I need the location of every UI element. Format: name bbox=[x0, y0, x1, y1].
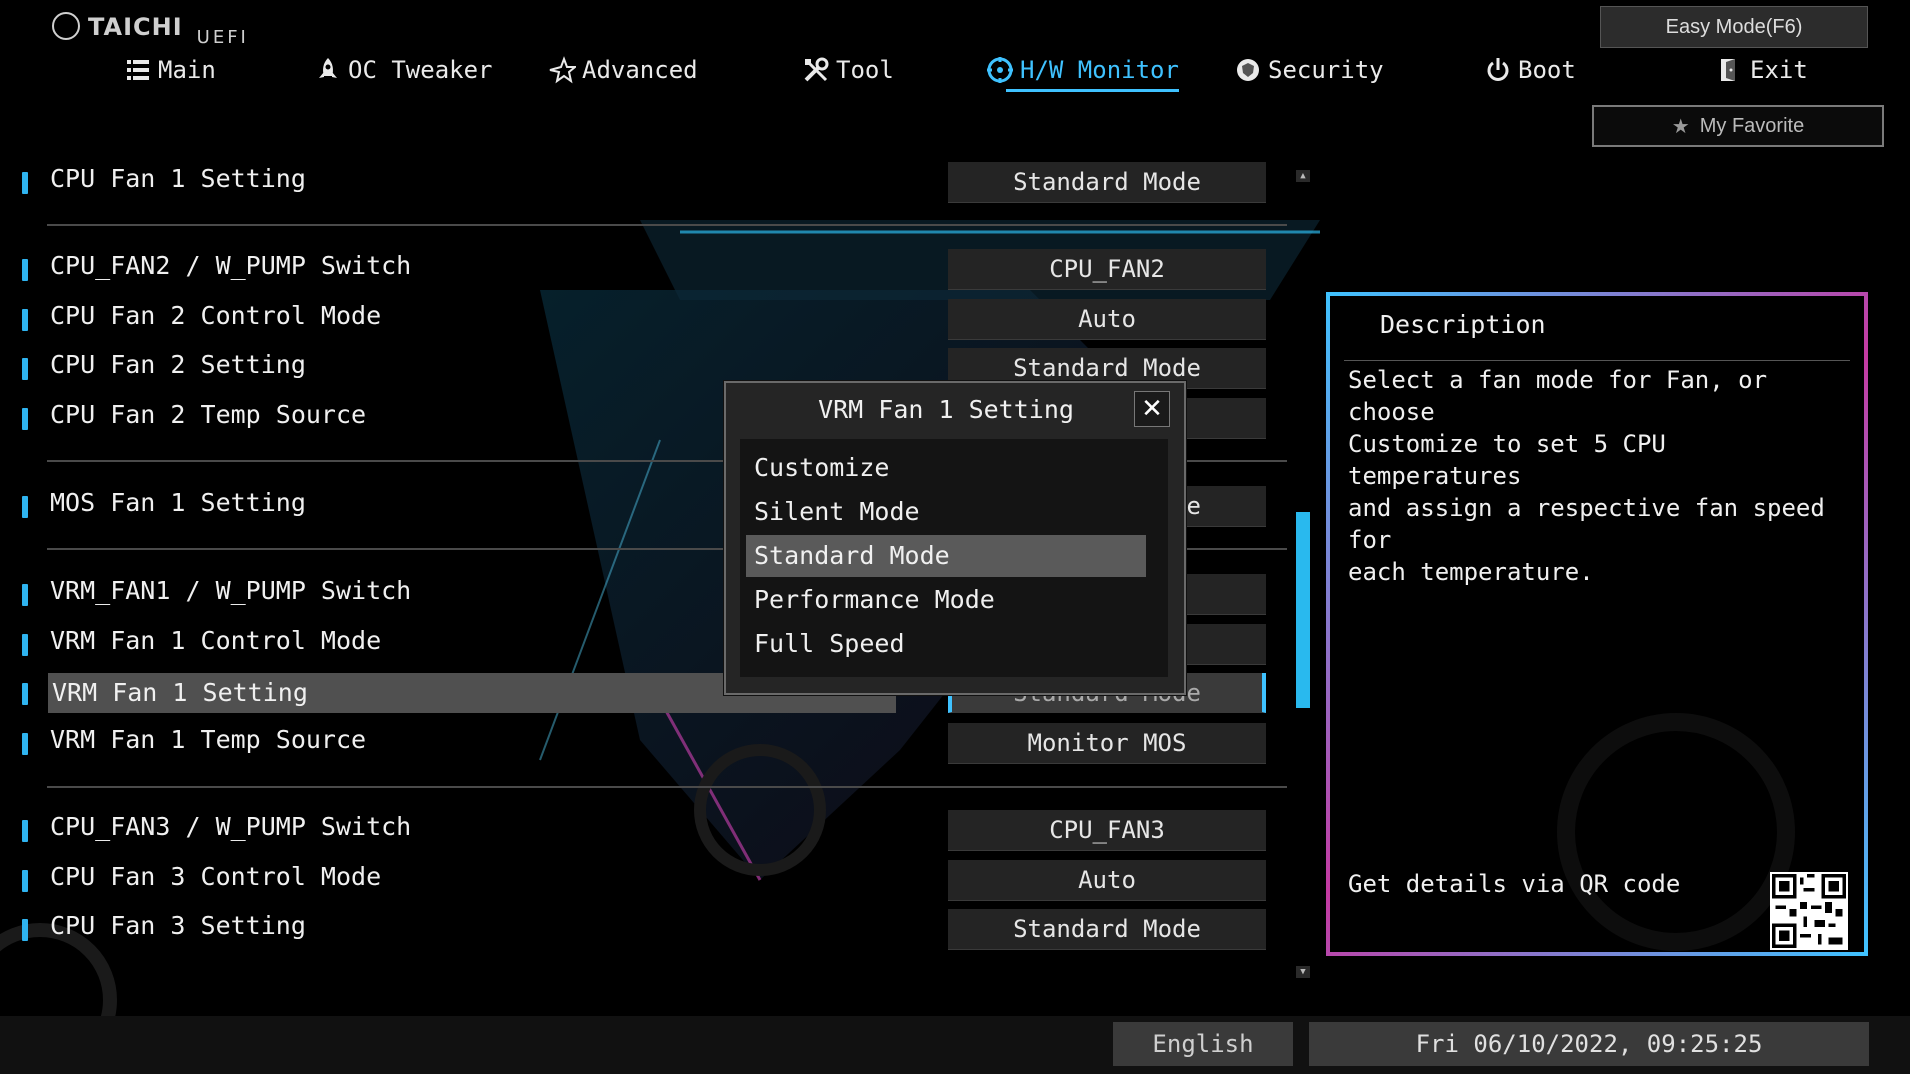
setting-row[interactable]: CPU_FAN3 / W_PUMP Switch CPU_FAN3 bbox=[20, 810, 1292, 851]
list-icon bbox=[127, 60, 149, 80]
row-indicator bbox=[22, 172, 28, 194]
setting-row[interactable]: CPU Fan 3 Setting Standard Mode bbox=[20, 909, 1292, 950]
active-tab-underline bbox=[1006, 89, 1179, 92]
row-indicator bbox=[22, 820, 28, 842]
setting-label: MOS Fan 1 Setting bbox=[50, 488, 306, 517]
tab-exit[interactable]: Exit bbox=[1716, 56, 1808, 84]
qr-code-icon bbox=[1770, 872, 1848, 950]
row-indicator bbox=[22, 496, 28, 518]
settings-scrollbar[interactable]: ▲ ▼ bbox=[1296, 170, 1310, 980]
divider bbox=[47, 786, 1287, 788]
tools-icon bbox=[804, 57, 829, 82]
tab-tool[interactable]: Tool bbox=[802, 56, 894, 84]
description-text: Select a fan mode for Fan, or choose Cus… bbox=[1348, 366, 1825, 586]
my-favorite-button[interactable]: ★ My Favorite bbox=[1592, 105, 1884, 147]
setting-value[interactable]: Auto bbox=[948, 860, 1266, 901]
option-silent-mode[interactable]: Silent Mode bbox=[746, 491, 1146, 533]
option-list: Customize Silent Mode Standard Mode Perf… bbox=[740, 439, 1168, 677]
setting-value[interactable]: Auto bbox=[948, 299, 1266, 340]
star-icon bbox=[549, 56, 576, 84]
row-indicator bbox=[22, 683, 28, 705]
row-indicator bbox=[22, 408, 28, 430]
setting-label: CPU Fan 2 Setting bbox=[50, 350, 306, 379]
setting-label: CPU Fan 2 Temp Source bbox=[50, 400, 367, 429]
description-title: Description bbox=[1380, 310, 1546, 339]
setting-value[interactable]: CPU_FAN3 bbox=[948, 810, 1266, 851]
setting-value[interactable]: Standard Mode bbox=[948, 909, 1266, 950]
setting-value[interactable]: CPU_FAN2 bbox=[948, 249, 1266, 290]
vrm-fan-setting-dialog: VRM Fan 1 Setting ✕ Customize Silent Mod… bbox=[724, 381, 1186, 695]
row-indicator bbox=[22, 309, 28, 331]
setting-row[interactable]: CPU Fan 1 Setting Standard Mode bbox=[20, 162, 1292, 203]
option-customize[interactable]: Customize bbox=[746, 447, 1146, 489]
tab-advanced[interactable]: Advanced bbox=[548, 56, 698, 84]
setting-label: VRM Fan 1 Control Mode bbox=[50, 626, 382, 655]
row-indicator bbox=[22, 870, 28, 892]
status-bar: English Fri 06/10/2022, 09:25:25 bbox=[0, 1016, 1910, 1074]
power-icon bbox=[1487, 58, 1509, 81]
uefi-label: UEFI bbox=[196, 27, 249, 48]
scroll-down-arrow-icon[interactable]: ▼ bbox=[1296, 966, 1310, 978]
taichi-logo: TAICHI UEFI bbox=[52, 12, 249, 48]
scroll-thumb[interactable] bbox=[1296, 512, 1310, 708]
taichi-mark-icon bbox=[52, 12, 80, 40]
qr-label: Get details via QR code bbox=[1348, 870, 1681, 898]
divider bbox=[47, 224, 1287, 226]
star-icon: ★ bbox=[1671, 114, 1690, 138]
setting-row[interactable]: CPU Fan 3 Control Mode Auto bbox=[20, 860, 1292, 901]
tab-security-label: Security bbox=[1268, 56, 1384, 84]
brand-name: TAICHI bbox=[88, 13, 183, 41]
tab-oc-tweaker-label: OC Tweaker bbox=[348, 56, 493, 84]
close-icon[interactable]: ✕ bbox=[1134, 391, 1170, 427]
setting-row[interactable]: VRM Fan 1 Temp Source Monitor MOS bbox=[20, 723, 1292, 764]
option-full-speed[interactable]: Full Speed bbox=[746, 623, 1146, 665]
language-button[interactable]: English bbox=[1113, 1022, 1293, 1066]
setting-label: CPU Fan 3 Control Mode bbox=[50, 862, 382, 891]
tab-boot[interactable]: Boot bbox=[1484, 56, 1576, 84]
tab-tool-label: Tool bbox=[836, 56, 894, 84]
row-indicator bbox=[22, 259, 28, 281]
setting-label: CPU Fan 3 Setting bbox=[50, 911, 306, 940]
setting-row[interactable]: CPU_FAN2 / W_PUMP Switch CPU_FAN2 bbox=[20, 249, 1292, 290]
tab-oc-tweaker[interactable]: OC Tweaker bbox=[314, 56, 493, 84]
tab-main-label: Main bbox=[158, 56, 216, 84]
exit-icon bbox=[1721, 59, 1735, 81]
my-favorite-label: My Favorite bbox=[1699, 114, 1805, 137]
row-indicator bbox=[22, 358, 28, 380]
setting-row[interactable]: CPU Fan 2 Control Mode Auto bbox=[20, 299, 1292, 340]
setting-label: CPU_FAN2 / W_PUMP Switch bbox=[50, 251, 412, 280]
tab-boot-label: Boot bbox=[1518, 56, 1576, 84]
setting-value[interactable]: Standard Mode bbox=[948, 162, 1266, 203]
description-divider bbox=[1344, 360, 1850, 361]
rocket-icon bbox=[319, 58, 337, 78]
setting-label: CPU_FAN3 / W_PUMP Switch bbox=[50, 812, 412, 841]
setting-label: VRM_FAN1 / W_PUMP Switch bbox=[50, 576, 412, 605]
row-indicator bbox=[22, 634, 28, 656]
setting-label: CPU Fan 1 Setting bbox=[50, 164, 306, 193]
tab-advanced-label: Advanced bbox=[582, 56, 698, 84]
setting-label: CPU Fan 2 Control Mode bbox=[50, 301, 382, 330]
shield-icon bbox=[1237, 59, 1259, 81]
datetime-display: Fri 06/10/2022, 09:25:25 bbox=[1309, 1022, 1869, 1066]
easy-mode-button[interactable]: Easy Mode(F6) bbox=[1600, 6, 1868, 48]
main-nav: Main OC Tweaker Advanced Tool H/W Monito… bbox=[0, 56, 1910, 96]
row-indicator bbox=[22, 584, 28, 606]
tab-main[interactable]: Main bbox=[124, 56, 216, 84]
monitor-icon bbox=[987, 57, 1013, 83]
option-standard-mode[interactable]: Standard Mode bbox=[746, 535, 1146, 577]
option-performance-mode[interactable]: Performance Mode bbox=[746, 579, 1146, 621]
tab-security[interactable]: Security bbox=[1234, 56, 1384, 84]
tab-hw-monitor[interactable]: H/W Monitor bbox=[986, 56, 1179, 92]
dialog-title: VRM Fan 1 Setting bbox=[818, 395, 1074, 424]
tab-hw-monitor-label: H/W Monitor bbox=[1020, 56, 1179, 84]
tab-exit-label: Exit bbox=[1750, 56, 1808, 84]
setting-value[interactable]: Monitor MOS bbox=[948, 723, 1266, 764]
row-indicator bbox=[22, 919, 28, 941]
row-indicator bbox=[22, 733, 28, 755]
description-panel: Description Select a fan mode for Fan, o… bbox=[1326, 292, 1868, 956]
scroll-up-arrow-icon[interactable]: ▲ bbox=[1296, 170, 1310, 182]
setting-label: VRM Fan 1 Temp Source bbox=[50, 725, 367, 754]
